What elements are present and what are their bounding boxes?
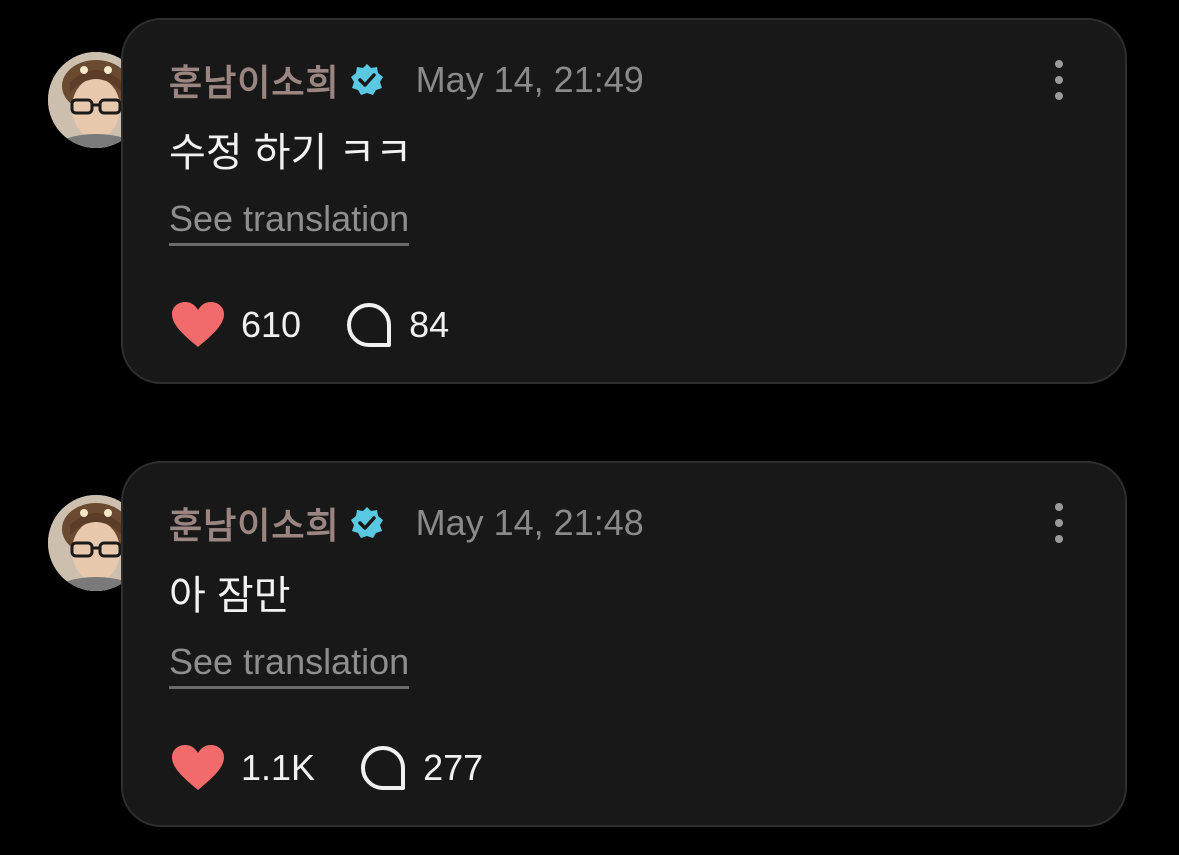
- post-actions: 610 84: [171, 300, 449, 350]
- like-count: 1.1K: [241, 747, 316, 788]
- username[interactable]: 훈남이소희: [169, 54, 340, 106]
- see-translation-link[interactable]: See translation: [169, 198, 410, 246]
- more-options-icon[interactable]: [1049, 60, 1069, 100]
- see-translation-link[interactable]: See translation: [169, 641, 410, 689]
- like-button[interactable]: 610: [171, 301, 301, 349]
- like-count: 610: [241, 304, 302, 345]
- reply-bubble-icon: [347, 303, 392, 347]
- reply-button[interactable]: 84: [345, 301, 449, 349]
- post-text: 아 잠만: [169, 574, 291, 618]
- verified-badge-icon: [350, 64, 383, 95]
- post-header: 훈남이소희 May 14, 21:49: [169, 58, 644, 103]
- username[interactable]: 훈남이소희: [169, 497, 340, 549]
- post-header: 훈남이소희 May 14, 21:48: [169, 501, 644, 546]
- reply-bubble-icon: [361, 746, 406, 790]
- timestamp: May 14, 21:48: [415, 502, 644, 543]
- post-actions: 1.1K 277: [171, 743, 483, 793]
- post-content-card: 훈남이소희 May 14, 21:48 아 잠만 See translation…: [121, 461, 1127, 827]
- more-options-icon[interactable]: [1049, 503, 1069, 543]
- heart-icon: [172, 302, 224, 347]
- post-content-card: 훈남이소희 May 14, 21:49 수정 하기 ㅋㅋ See transla…: [121, 18, 1127, 384]
- reply-count: 84: [409, 304, 450, 345]
- reply-count: 277: [423, 747, 484, 788]
- timestamp: May 14, 21:49: [415, 59, 644, 100]
- heart-icon: [172, 745, 224, 790]
- reply-button[interactable]: 277: [359, 744, 483, 792]
- like-button[interactable]: 1.1K: [171, 744, 315, 792]
- post-text: 수정 하기 ㅋㅋ: [169, 131, 413, 175]
- verified-badge-icon: [350, 507, 383, 538]
